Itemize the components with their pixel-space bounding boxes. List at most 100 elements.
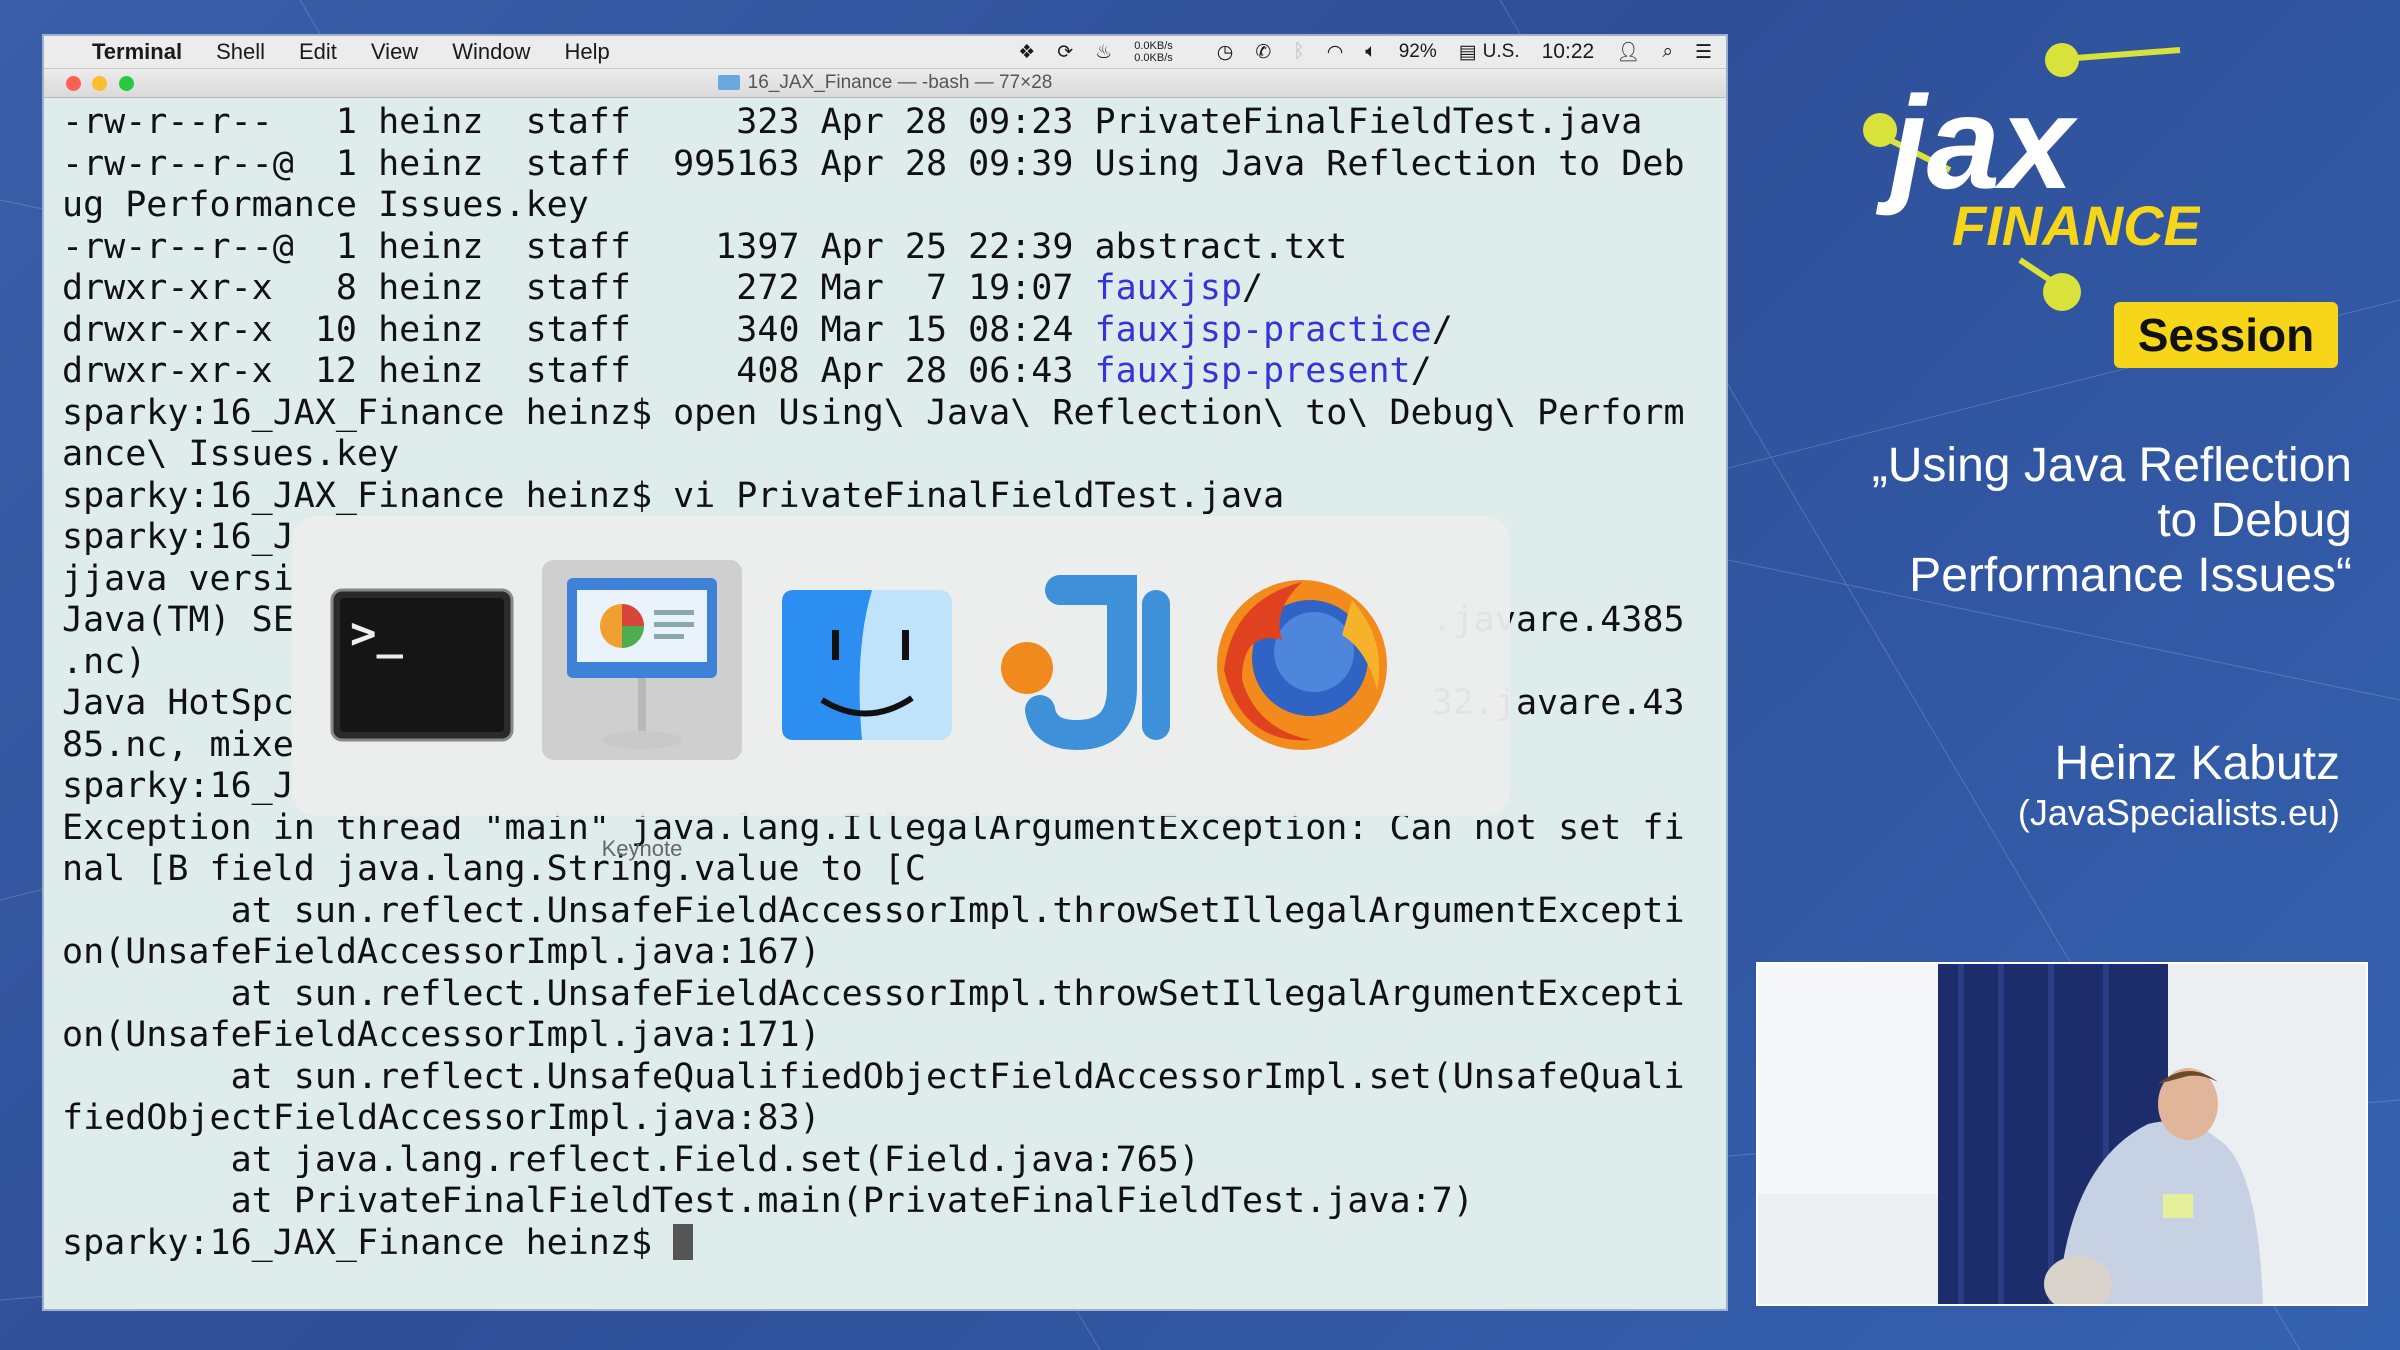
terminal-line: drwxr-xr-x 12 heinz staff 408 Apr 28 06:…: [62, 351, 1726, 393]
terminal-text: at PrivateFinalFieldTest.main(PrivateFin…: [62, 1181, 1474, 1221]
zoom-window-button[interactable]: [119, 76, 134, 91]
terminal-icon: >_: [330, 588, 514, 742]
terminal-line: at sun.reflect.UnsafeFieldAccessorImpl.t…: [62, 974, 1726, 1016]
minimize-window-button[interactable]: [92, 76, 107, 91]
firefox-icon: [1217, 580, 1387, 750]
terminal-line: sparky:16_JAX_Finance heinz$ vi PrivateF…: [62, 476, 1726, 518]
terminal-text: at sun.reflect.UnsafeQualifiedObjectFiel…: [62, 1056, 1685, 1097]
app-finder[interactable]: [762, 560, 962, 760]
battery-level[interactable]: 92%: [1399, 41, 1437, 63]
terminal-text: jjava versi: [62, 558, 294, 599]
speaker-camera-feed: [1756, 962, 2368, 1306]
app-intellij[interactable]: [982, 560, 1182, 760]
status-bar: ❖ ⟳ ♨ 0.0KB/s 0.0KB/s ◷ ✆ ᛒ ◠ 🔈︎ 92% ▤ U…: [1018, 36, 1726, 68]
terminal-text: drwxr-xr-x 12 heinz staff 408 Apr 28 06:…: [62, 351, 1095, 391]
terminal-line: at java.lang.reflect.Field.set(Field.jav…: [62, 1140, 1726, 1182]
terminal-text: at sun.reflect.UnsafeFieldAccessorImpl.t…: [62, 973, 1685, 1014]
svg-text:>_: >_: [350, 608, 403, 659]
terminal-text: 85.nc, mixe: [62, 724, 294, 765]
talk-title: „Using Java Reflection to Debug Performa…: [1871, 439, 2352, 602]
dropbox-icon[interactable]: ❖: [1018, 41, 1035, 64]
app-switcher: >_ Keynote: [292, 516, 1510, 861]
terminal-text: drwxr-xr-x 10 heinz staff 340 Mar 15 08:…: [62, 309, 1095, 350]
terminal-text: ug Performance Issues.key: [62, 185, 589, 225]
terminal-text: /: [1242, 268, 1264, 308]
clock[interactable]: 10:22: [1542, 40, 1595, 64]
input-source[interactable]: U.S.: [1483, 41, 1520, 63]
speaker-video-frame: [1758, 964, 2366, 1304]
app-terminal[interactable]: >_: [322, 560, 522, 760]
terminal-text: -rw-r--r--@ 1 heinz staff 995163 Apr 28 …: [62, 143, 1685, 184]
terminal-line: drwxr-xr-x 8 heinz staff 272 Mar 7 19:07…: [62, 268, 1726, 310]
menu-help[interactable]: Help: [564, 39, 609, 65]
phone-icon[interactable]: ✆: [1255, 41, 1271, 64]
window-titlebar[interactable]: 16_JAX_Finance — -bash — 77×28: [44, 69, 1726, 98]
text-cursor: [673, 1223, 694, 1260]
bluetooth-icon[interactable]: ᛒ: [1293, 41, 1304, 63]
terminal-text: drwxr-xr-x 8 heinz staff 272 Mar 7 19:07: [62, 268, 1095, 308]
window-title: 16_JAX_Finance — -bash — 77×28: [747, 72, 1053, 93]
terminal-line: nal [B field java.lang.String.value to […: [62, 849, 1726, 891]
directory-name: fauxjsp-practice: [1094, 309, 1432, 350]
terminal-text: fiedObjectFieldAccessorImpl.java:83): [62, 1098, 821, 1138]
terminal-text: /: [1431, 309, 1453, 350]
terminal-line: at sun.reflect.UnsafeFieldAccessorImpl.t…: [62, 891, 1726, 933]
terminal-text: at java.lang.reflect.Field.set(Field.jav…: [62, 1139, 1200, 1180]
spotlight-icon[interactable]: ⌕: [1662, 41, 1673, 63]
terminal-text: /: [1410, 351, 1432, 391]
terminal-text: sparky:16_JAX_Finance heinz$ open Using\…: [62, 392, 1685, 433]
terminal-line: fiedObjectFieldAccessorImpl.java:83): [62, 1098, 1726, 1140]
finder-icon: [782, 590, 952, 740]
net-up: 0.0KB/s: [1134, 40, 1173, 52]
terminal-text: sparky:16_JAX_Finance heinz$: [62, 1222, 674, 1263]
net-down: 0.0KB/s: [1134, 52, 1173, 64]
menu-view[interactable]: View: [371, 39, 418, 65]
flag-icon[interactable]: ▤: [1459, 41, 1477, 64]
terminal-text: nal [B field java.lang.String.value to […: [62, 849, 926, 889]
speaker-organization: (JavaSpecialists.eu): [2017, 792, 2340, 833]
terminal-text: -rw-r--r-- 1 heinz staff 323 Apr 28 09:2…: [62, 102, 1643, 142]
terminal-line: ug Performance Issues.key: [62, 185, 1726, 227]
menu-window[interactable]: Window: [452, 39, 530, 65]
menu-shell[interactable]: Shell: [216, 39, 265, 65]
terminal-text: sparky:16_J: [62, 517, 294, 557]
flame-icon[interactable]: ♨: [1095, 41, 1112, 64]
terminal-line: -rw-r--r--@ 1 heinz staff 1397 Apr 25 22…: [62, 227, 1726, 269]
app-firefox[interactable]: [1202, 560, 1402, 760]
close-window-button[interactable]: [66, 76, 81, 91]
terminal-text: sparky:16_J: [62, 766, 294, 806]
notification-center-icon[interactable]: ☰: [1695, 41, 1712, 64]
network-rate[interactable]: 0.0KB/s 0.0KB/s: [1134, 40, 1195, 64]
user-icon[interactable]: 👤︎: [1616, 40, 1640, 64]
menu-edit[interactable]: Edit: [299, 39, 337, 65]
terminal-line: at sun.reflect.UnsafeQualifiedObjectFiel…: [62, 1057, 1726, 1099]
terminal-line: at PrivateFinalFieldTest.main(PrivateFin…: [62, 1181, 1726, 1223]
session-badge: Session: [2114, 302, 2338, 368]
time-machine-icon[interactable]: ◷: [1217, 41, 1234, 64]
terminal-text: .nc): [62, 641, 147, 682]
terminal-line: sparky:16_JAX_Finance heinz$ open Using\…: [62, 393, 1726, 435]
terminal-line: ance\ Issues.key: [62, 434, 1726, 476]
menu-bar: Terminal Shell Edit View Window Help ❖ ⟳…: [44, 36, 1726, 69]
terminal-text: -rw-r--r--@ 1 heinz staff 1397 Apr 25 22…: [62, 226, 1348, 267]
sync-icon[interactable]: ⟳: [1057, 41, 1073, 64]
terminal-text: on(UnsafeFieldAccessorImpl.java:171): [62, 1015, 821, 1055]
logo-subtitle: FINANCE: [1952, 194, 2200, 257]
wifi-icon[interactable]: ◠: [1327, 41, 1344, 64]
terminal-line: drwxr-xr-x 10 heinz staff 340 Mar 15 08:…: [62, 310, 1726, 352]
intellij-idea-icon: [1001, 575, 1170, 751]
menu-app-name[interactable]: Terminal: [92, 39, 182, 65]
keynote-icon: [567, 578, 717, 749]
screen-capture: Terminal Shell Edit View Window Help ❖ ⟳…: [44, 36, 1726, 1309]
app-switcher-label: Keynote: [601, 836, 683, 861]
terminal-line: -rw-r--r--@ 1 heinz staff 995163 Apr 28 …: [62, 144, 1726, 186]
jax-finance-logo: jax FINANCE: [1863, 43, 2200, 311]
volume-icon[interactable]: 🔈︎: [1365, 41, 1376, 63]
terminal-text: ance\ Issues.key: [62, 434, 400, 474]
terminal-line: -rw-r--r-- 1 heinz staff 323 Apr 28 09:2…: [62, 102, 1726, 144]
terminal-text: sparky:16_JAX_Finance heinz$ vi PrivateF…: [62, 475, 1285, 516]
app-keynote[interactable]: Keynote: [542, 560, 742, 861]
terminal-line: sparky:16_JAX_Finance heinz$: [62, 1223, 1726, 1265]
terminal-text: on(UnsafeFieldAccessorImpl.java:167): [62, 932, 821, 972]
directory-name: fauxjsp: [1094, 268, 1243, 308]
